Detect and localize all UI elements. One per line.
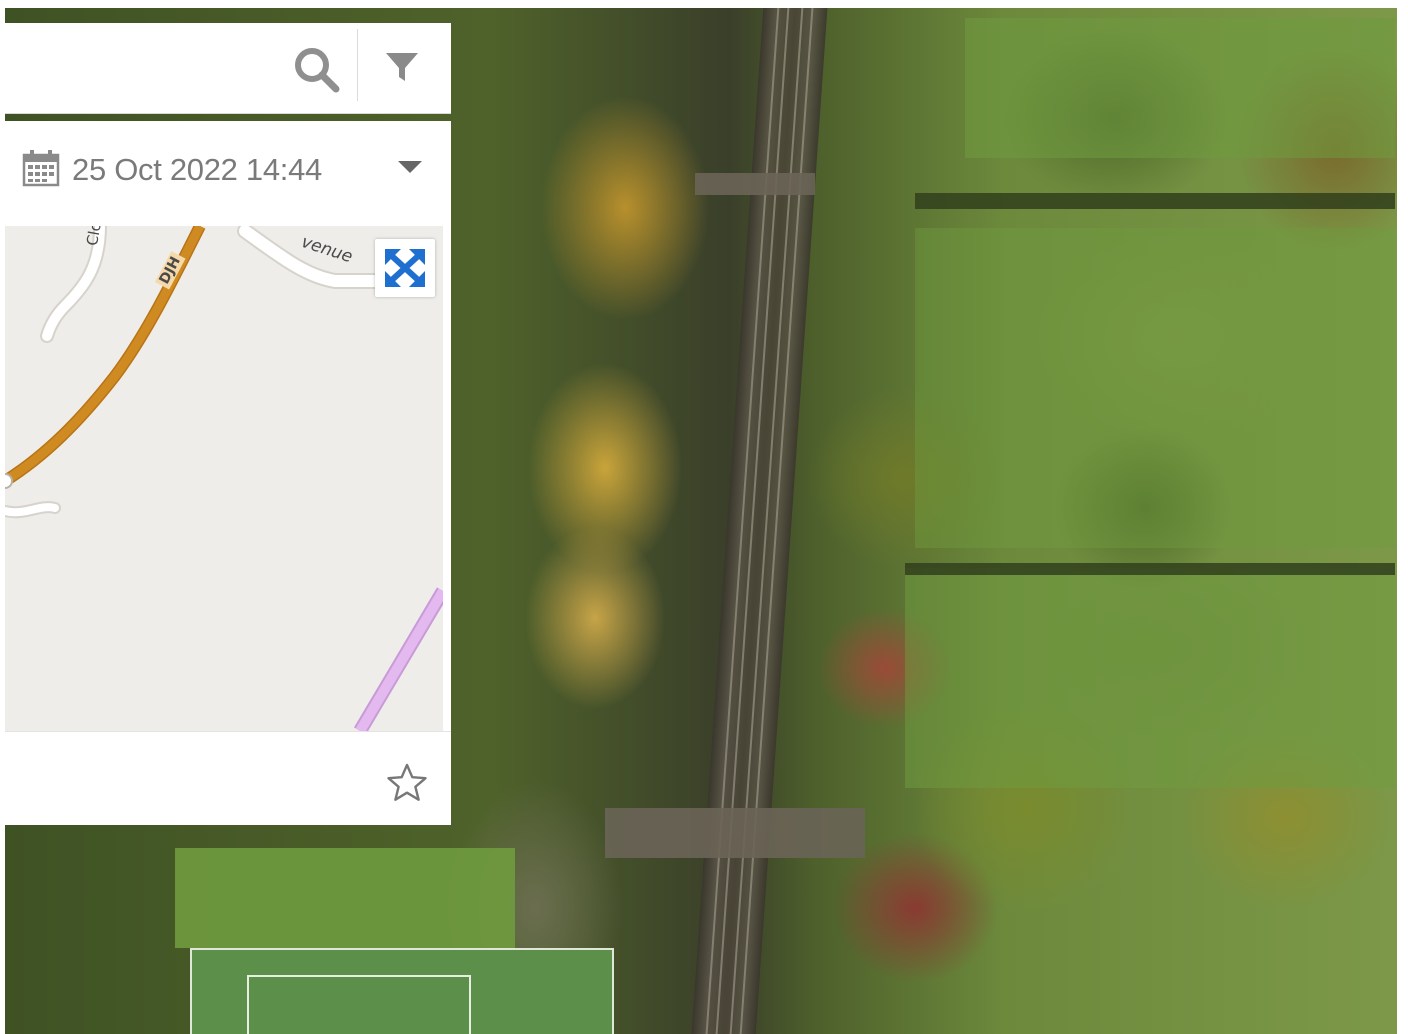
date-value: 25 Oct 2022 14:44 — [72, 152, 322, 187]
field — [915, 228, 1395, 548]
panel-footer — [5, 731, 451, 825]
railway-cutting — [690, 8, 828, 1034]
hedge — [915, 193, 1395, 209]
bridge — [695, 173, 815, 195]
panel-border — [443, 226, 451, 731]
lawn — [175, 848, 515, 948]
divider — [357, 29, 358, 101]
field — [965, 18, 1395, 158]
expand-icon — [385, 249, 425, 287]
search-icon[interactable] — [292, 45, 342, 95]
search-bar — [5, 23, 451, 114]
field — [905, 568, 1395, 788]
star-icon[interactable] — [386, 762, 428, 804]
bridge — [605, 808, 865, 858]
search-input[interactable] — [13, 41, 287, 95]
mini-map[interactable]: Clou DJH venue — [5, 226, 443, 731]
filter-icon[interactable] — [382, 47, 422, 87]
mini-map-roads — [5, 226, 443, 731]
chevron-down-icon[interactable] — [398, 161, 422, 173]
expand-button[interactable] — [375, 239, 435, 297]
hedge — [905, 563, 1395, 575]
date-selector[interactable]: 25 Oct 2022 14:44 — [5, 121, 451, 229]
calendar-icon — [22, 149, 60, 187]
tennis-court — [190, 948, 614, 1034]
